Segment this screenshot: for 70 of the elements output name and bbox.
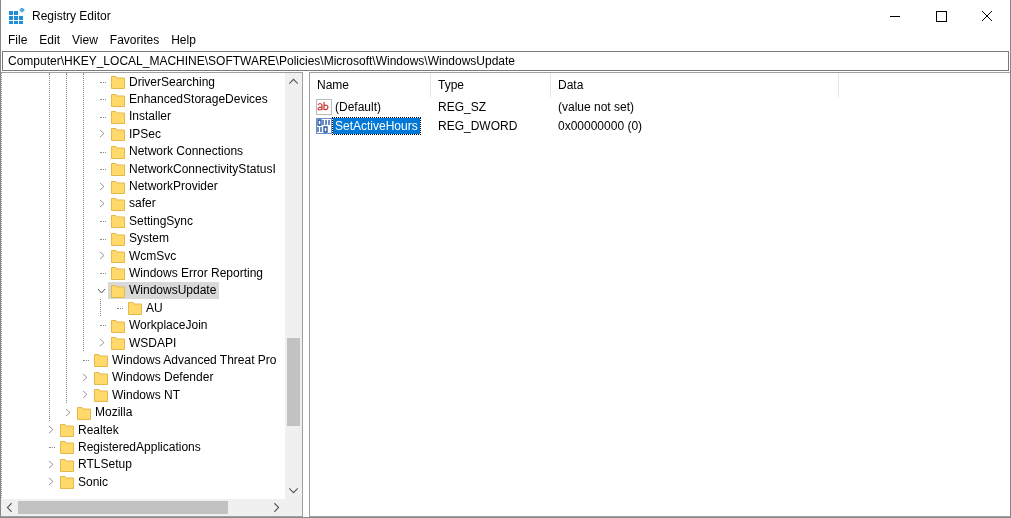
tree-item[interactable]: Windows Advanced Threat Pro: [91, 351, 280, 369]
tree-item[interactable]: IPSec: [108, 125, 164, 143]
scrollbar-thumb[interactable]: [287, 338, 300, 426]
folder-icon: [60, 474, 74, 490]
menu-item[interactable]: File: [2, 33, 34, 47]
menu-item[interactable]: Help: [165, 33, 202, 47]
folder-icon: [111, 282, 125, 298]
tree-item[interactable]: NetworkConnectivityStatusI: [108, 159, 279, 178]
tree-item[interactable]: WSDAPI: [108, 333, 180, 352]
value-data: 0x00000000 (0): [557, 118, 644, 133]
folder-icon: [77, 404, 91, 420]
folder-icon: [111, 230, 125, 246]
folder-icon: [111, 213, 125, 229]
column-header[interactable]: Name: [310, 73, 431, 97]
tree-item[interactable]: DriverSearching: [108, 73, 219, 91]
folder-icon: [111, 317, 125, 333]
folder-icon: [111, 74, 125, 90]
scrollbar-thumb[interactable]: [18, 501, 228, 514]
tree-item[interactable]: Windows NT: [91, 386, 183, 404]
folder-icon: [60, 456, 74, 472]
value-type: REG_DWORD: [437, 118, 519, 133]
tree-item[interactable]: EnhancedStorageDevices: [108, 90, 271, 108]
value-type: REG_SZ: [437, 99, 487, 114]
tree-item[interactable]: Sonic: [57, 473, 112, 491]
tree-item[interactable]: Installer: [108, 107, 175, 126]
value-name[interactable]: SetActiveHours: [333, 117, 420, 134]
window-title: Registry Editor: [32, 8, 111, 23]
tree-item[interactable]: WcmSvc: [108, 246, 180, 265]
tree-item[interactable]: SettingSync: [108, 212, 197, 230]
value-name[interactable]: (Default): [333, 98, 383, 115]
tree-item[interactable]: System: [108, 229, 172, 247]
folder-icon: [111, 143, 125, 159]
folder-icon: [111, 248, 125, 264]
string-value-icon: [316, 98, 332, 115]
folder-icon: [128, 300, 142, 316]
folder-icon: [111, 195, 125, 211]
folder-icon: [111, 108, 125, 124]
folder-icon: [94, 369, 108, 385]
tree-item[interactable]: safer: [108, 194, 159, 213]
folder-icon: [111, 126, 125, 142]
folder-icon: [111, 91, 125, 107]
tree-item[interactable]: RegisteredApplications: [57, 438, 204, 456]
binary-value-icon: [316, 117, 332, 134]
folder-icon: [111, 161, 125, 177]
folder-icon: [60, 422, 74, 437]
folder-icon: [111, 178, 125, 194]
vertical-scrollbar[interactable]: [285, 73, 302, 499]
tree-item[interactable]: Windows Defender: [91, 368, 217, 387]
menu-item[interactable]: Favorites: [103, 33, 166, 47]
tree-item[interactable]: Network Connections: [108, 142, 247, 160]
tree-item[interactable]: Mozilla: [74, 403, 136, 421]
folder-icon: [60, 439, 74, 455]
tree-item[interactable]: AU: [125, 299, 166, 317]
tree-item[interactable]: Realtek: [57, 420, 122, 439]
tree-item[interactable]: WindowsUpdate: [108, 281, 220, 300]
registry-icon: [9, 7, 25, 24]
menu-item[interactable]: Edit: [33, 33, 67, 47]
tree-item[interactable]: RTLSetup: [57, 455, 135, 473]
folder-icon: [94, 387, 108, 403]
tree-item[interactable]: WorkplaceJoin: [108, 316, 211, 334]
folder-icon: [111, 335, 125, 351]
tree-item[interactable]: NetworkProvider: [108, 177, 221, 195]
column-header[interactable]: Type: [431, 73, 551, 97]
tree-item[interactable]: Windows Error Reporting: [108, 264, 267, 282]
address-bar[interactable]: Computer\HKEY_LOCAL_MACHINE\SOFTWARE\Policies\Microsoft\Windows\WindowsUpdate: [2, 51, 1009, 71]
value-data: (value not set): [557, 99, 636, 114]
folder-icon: [94, 352, 108, 368]
menu-item[interactable]: View: [66, 33, 104, 47]
folder-icon: [111, 265, 125, 281]
column-header[interactable]: Data: [551, 73, 839, 97]
